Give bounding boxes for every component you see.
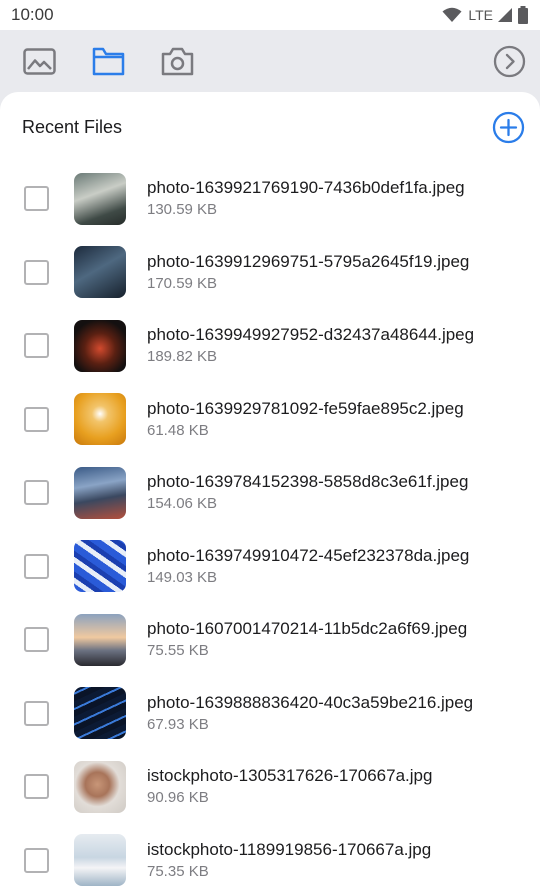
camera-icon	[161, 47, 193, 75]
status-time: 10:00	[11, 5, 54, 24]
file-row[interactable]: photo-1639921769190-7436b0def1fa.jpeg 130…	[0, 162, 540, 236]
file-size: 61.48 KB	[147, 421, 209, 439]
file-thumbnail	[74, 172, 126, 225]
file-checkbox[interactable]	[24, 333, 49, 359]
file-name: istockphoto-1189919856-170667a.jpg	[147, 839, 432, 859]
file-row[interactable]: photo-1639912969751-5795a2645f19.jpeg 170…	[0, 236, 540, 310]
network-type: LTE	[468, 7, 493, 23]
tab-gallery[interactable]	[22, 44, 56, 78]
file-checkbox[interactable]	[24, 480, 49, 506]
section-title: Recent Files	[22, 116, 123, 137]
add-file-button[interactable]	[491, 110, 525, 144]
file-row[interactable]: istockphoto-1305317626-170667a.jpg 90.96 …	[0, 750, 540, 824]
file-info: photo-1639888836420-40c3a59be216.jpeg 67.…	[147, 692, 473, 735]
file-checkbox[interactable]	[24, 406, 49, 432]
file-row[interactable]: photo-1639749910472-45ef232378da.jpeg 149…	[0, 530, 540, 604]
file-name: photo-1639784152398-5858d8c3e61f.jpeg	[147, 472, 469, 492]
source-toolbar	[0, 30, 540, 92]
next-button[interactable]	[492, 44, 526, 78]
file-thumbnail	[74, 540, 126, 593]
file-thumbnail	[74, 834, 126, 887]
file-size: 130.59 KB	[147, 201, 218, 219]
file-size: 149.03 KB	[147, 568, 218, 586]
file-size: 189.82 KB	[147, 348, 218, 366]
file-thumbnail	[74, 393, 126, 446]
tab-files[interactable]	[91, 44, 125, 78]
file-row[interactable]: photo-1639949927952-d32437a48644.jpeg 189…	[0, 309, 540, 383]
file-name: photo-1639929781092-fe59fae895c2.jpeg	[147, 398, 464, 418]
file-info: photo-1639929781092-fe59fae895c2.jpeg 61.…	[147, 398, 464, 441]
file-checkbox[interactable]	[24, 700, 49, 726]
file-name: istockphoto-1305317626-170667a.jpg	[147, 766, 433, 786]
file-checkbox[interactable]	[24, 186, 49, 212]
signal-icon	[498, 8, 512, 22]
file-info: photo-1639912969751-5795a2645f19.jpeg 170…	[147, 251, 469, 294]
file-name: photo-1639921769190-7436b0def1fa.jpeg	[147, 178, 465, 198]
file-row[interactable]: photo-1639784152398-5858d8c3e61f.jpeg 154…	[0, 456, 540, 530]
folder-icon	[92, 47, 124, 75]
file-size: 90.96 KB	[147, 789, 209, 807]
file-size: 170.59 KB	[147, 274, 218, 292]
file-thumbnail	[74, 760, 126, 813]
file-info: istockphoto-1189919856-170667a.jpg 75.35 …	[147, 839, 431, 882]
file-name: photo-1639749910472-45ef232378da.jpeg	[147, 545, 470, 565]
file-thumbnail	[74, 613, 126, 666]
wifi-icon	[442, 7, 462, 22]
file-list: photo-1639921769190-7436b0def1fa.jpeg 130…	[0, 162, 540, 893]
add-circle-icon	[492, 111, 524, 143]
file-thumbnail	[74, 246, 126, 299]
status-icons: LTE	[442, 6, 529, 24]
file-thumbnail	[74, 319, 126, 372]
image-icon	[22, 47, 56, 75]
battery-icon	[518, 6, 528, 24]
file-info: photo-1639749910472-45ef232378da.jpeg 149…	[147, 545, 469, 588]
chevron-right-circle-icon	[493, 45, 525, 77]
recent-files-sheet: Recent Files photo-1639921769190-7436b0d…	[0, 92, 540, 893]
sheet-header: Recent Files	[0, 92, 540, 162]
file-checkbox[interactable]	[24, 627, 49, 653]
file-checkbox[interactable]	[24, 774, 49, 800]
file-size: 154.06 KB	[147, 495, 218, 513]
file-name: photo-1607001470214-11b5dc2a6f69.jpeg	[147, 619, 468, 639]
file-checkbox[interactable]	[24, 259, 49, 285]
file-checkbox[interactable]	[24, 847, 49, 873]
file-name: photo-1639912969751-5795a2645f19.jpeg	[147, 251, 470, 271]
file-size: 75.35 KB	[147, 862, 209, 880]
file-checkbox[interactable]	[24, 553, 49, 579]
file-name: photo-1639888836420-40c3a59be216.jpeg	[147, 692, 474, 712]
file-info: photo-1639784152398-5858d8c3e61f.jpeg 154…	[147, 471, 468, 514]
file-row[interactable]: photo-1639929781092-fe59fae895c2.jpeg 61.…	[0, 383, 540, 457]
file-name: photo-1639949927952-d32437a48644.jpeg	[147, 325, 475, 345]
tab-camera[interactable]	[160, 44, 194, 78]
file-row[interactable]: photo-1607001470214-11b5dc2a6f69.jpeg 75.…	[0, 603, 540, 677]
file-row[interactable]: istockphoto-1189919856-170667a.jpg 75.35 …	[0, 824, 540, 893]
file-thumbnail	[74, 466, 126, 519]
file-thumbnail	[74, 687, 126, 740]
file-size: 75.55 KB	[147, 642, 209, 660]
file-row[interactable]: photo-1639888836420-40c3a59be216.jpeg 67.…	[0, 677, 540, 751]
file-info: photo-1607001470214-11b5dc2a6f69.jpeg 75.…	[147, 618, 467, 661]
file-size: 67.93 KB	[147, 715, 209, 733]
file-info: photo-1639949927952-d32437a48644.jpeg 189…	[147, 324, 474, 367]
file-info: istockphoto-1305317626-170667a.jpg 90.96 …	[147, 765, 432, 808]
status-bar: 10:00 LTE	[0, 0, 540, 30]
file-info: photo-1639921769190-7436b0def1fa.jpeg 130…	[147, 177, 465, 220]
